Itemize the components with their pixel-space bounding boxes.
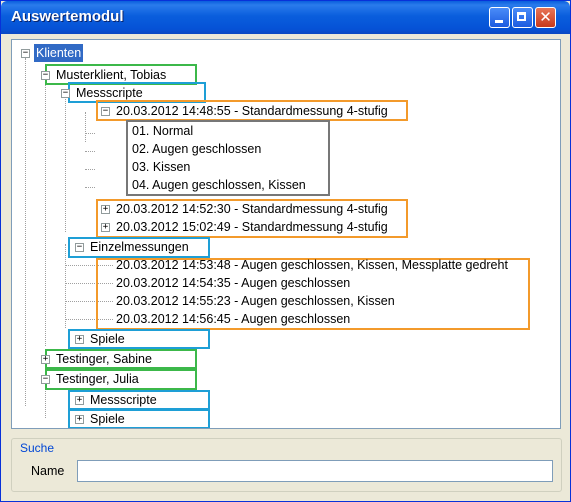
tree-line: [25, 58, 26, 406]
tree-node-label: Messscripte: [90, 393, 157, 407]
tree-node-label: 20.03.2012 14:52:30 - Standardmessung 4-…: [116, 202, 388, 216]
tree-node-label: Musterklient, Tobias: [56, 68, 167, 82]
minimize-icon: [495, 20, 503, 23]
tree-line: [85, 169, 95, 170]
tree-line: [85, 187, 95, 188]
collapse-icon[interactable]: −: [101, 107, 110, 116]
tree-node-label: 20.03.2012 15:02:49 - Standardmessung 4-…: [116, 220, 388, 234]
window: Auswertemodul ✕ − Klienten − Musterklien…: [0, 0, 571, 502]
name-label: Name: [31, 464, 65, 478]
close-button[interactable]: ✕: [535, 7, 556, 28]
collapse-icon[interactable]: −: [41, 375, 50, 384]
expand-icon[interactable]: +: [75, 335, 84, 344]
tree-node-label: Messscripte: [76, 86, 143, 100]
tree-node-label: 02. Augen geschlossen: [132, 142, 262, 156]
collapse-icon[interactable]: −: [41, 71, 50, 80]
expand-icon[interactable]: +: [75, 415, 84, 424]
tree-node-label: 20.03.2012 14:54:35 - Augen geschlossen: [116, 276, 351, 290]
client-tree[interactable]: − Klienten − Musterklient, Tobias − Mess…: [11, 39, 561, 429]
tree-line: [65, 244, 66, 328]
tree-node-label: 04. Augen geschlossen, Kissen: [132, 178, 306, 192]
collapse-icon[interactable]: −: [75, 243, 84, 252]
maximize-icon: [517, 12, 526, 21]
minimize-button[interactable]: [489, 7, 510, 28]
tree-node-label: 03. Kissen: [132, 160, 191, 174]
tree-node-label: 20.03.2012 14:48:55 - Standardmessung 4-…: [116, 104, 388, 118]
tree-node-label: Testinger, Julia: [56, 372, 139, 386]
tree-node-label: 20.03.2012 14:55:23 - Augen geschlossen,…: [116, 294, 395, 308]
expand-icon[interactable]: +: [101, 223, 110, 232]
title-bar[interactable]: Auswertemodul ✕: [1, 1, 570, 34]
tree-line: [85, 151, 95, 152]
tree-node-label: Testinger, Sabine: [56, 352, 152, 366]
maximize-button[interactable]: [512, 7, 533, 28]
collapse-icon[interactable]: −: [21, 49, 30, 58]
tree-node-label: 01. Normal: [132, 124, 194, 138]
tree-node-label: Spiele: [90, 412, 125, 426]
tree-node-label: 20.03.2012 14:53:48 - Augen geschlossen,…: [116, 258, 508, 272]
tree-line: [65, 94, 66, 232]
search-group-title: Suche: [19, 441, 56, 455]
tree-line: [85, 112, 86, 142]
expand-icon[interactable]: +: [41, 355, 50, 364]
tree-node-label: 20.03.2012 14:56:45 - Augen geschlossen: [116, 312, 351, 326]
tree-node-label: Einzelmessungen: [90, 240, 189, 254]
collapse-icon[interactable]: −: [61, 89, 70, 98]
expand-icon[interactable]: +: [75, 396, 84, 405]
window-title: Auswertemodul: [11, 8, 124, 25]
tree-line: [85, 133, 95, 134]
close-icon: ✕: [539, 8, 552, 26]
tree-node-label: Klienten: [34, 44, 84, 62]
name-input[interactable]: [77, 460, 553, 482]
expand-icon[interactable]: +: [101, 205, 110, 214]
tree-line: [45, 76, 46, 346]
tree-node-label: Spiele: [90, 332, 125, 346]
